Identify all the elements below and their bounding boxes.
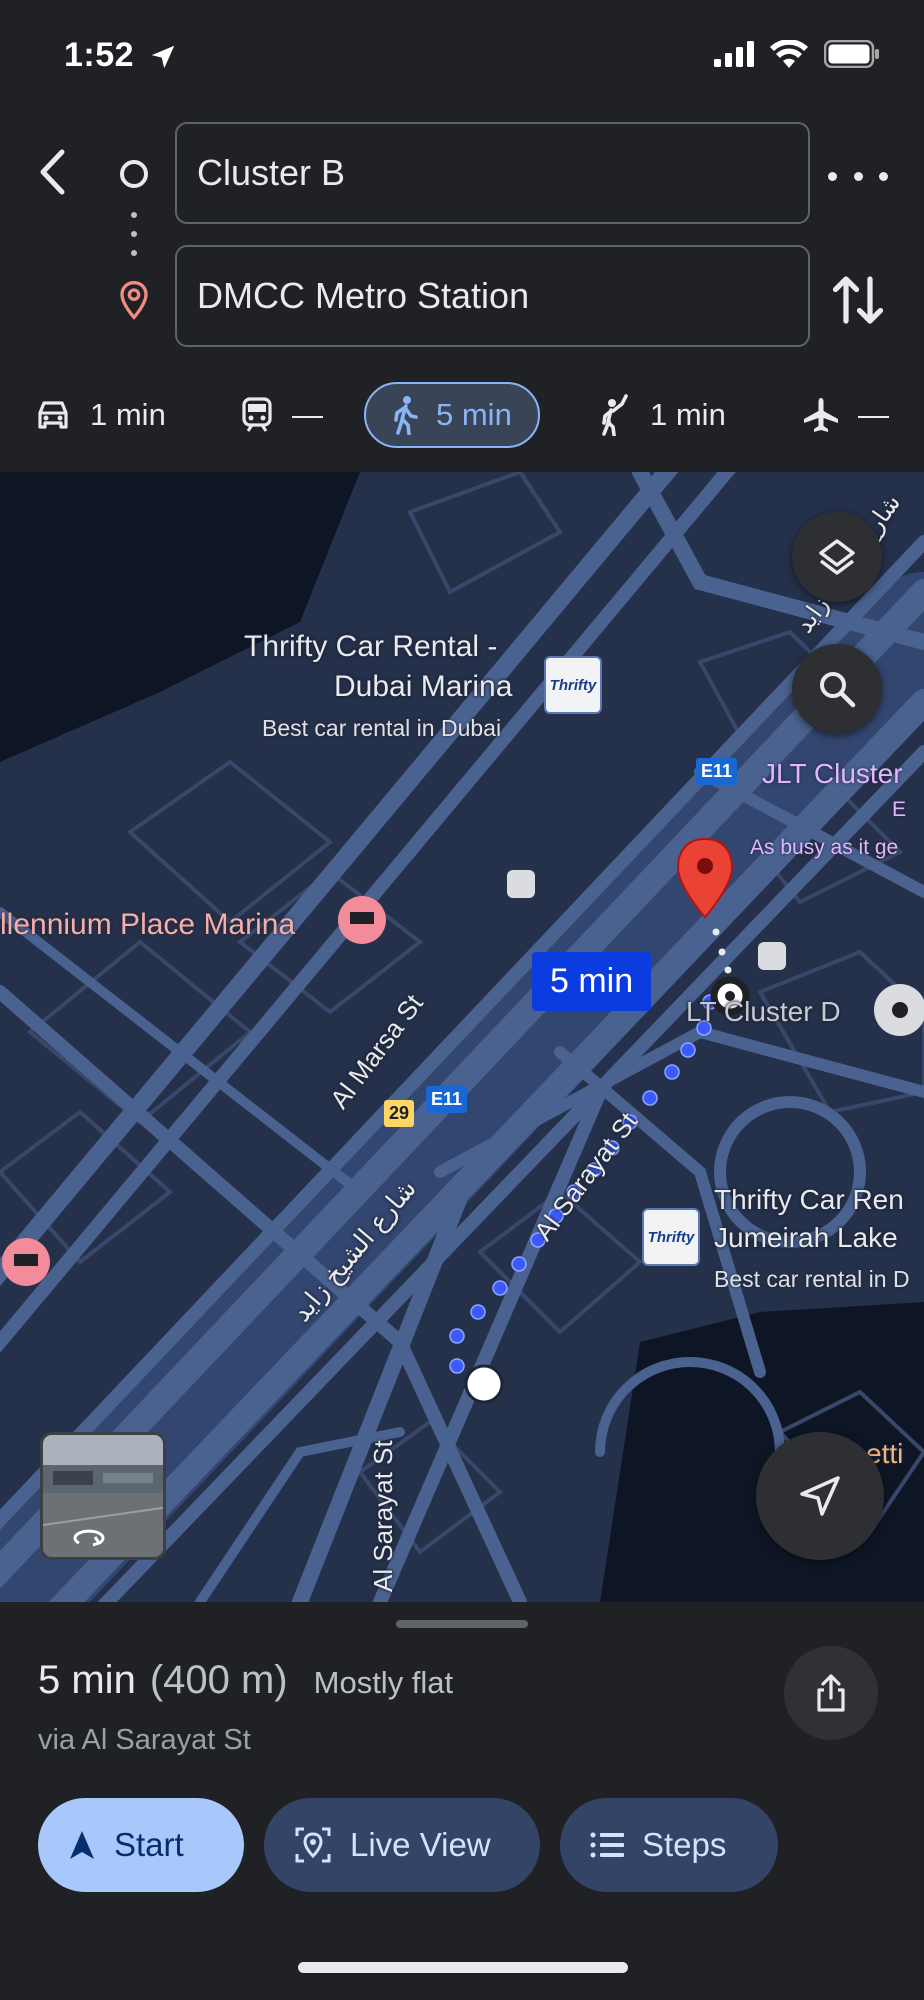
origin-circle-icon <box>120 160 148 188</box>
navigation-arrow-icon <box>800 1476 840 1516</box>
badge-e11-mid: E11 <box>426 1086 468 1113</box>
place-cluster-d[interactable]: LT Cluster D <box>686 996 841 1028</box>
street-view-image <box>43 1435 163 1557</box>
travel-mode-bar: 1 min — 5 min 1 min — <box>0 372 924 462</box>
mode-walk[interactable]: 5 min <box>364 382 540 448</box>
mode-transit[interactable]: — <box>240 382 323 448</box>
swap-direction-icon[interactable] <box>828 270 888 330</box>
mode-drive-label: 1 min <box>90 397 166 432</box>
origin-field[interactable]: Cluster B <box>175 122 810 224</box>
plane-icon <box>804 398 838 432</box>
place-millennium[interactable]: llennium Place Marina <box>0 908 295 942</box>
search-icon <box>820 672 856 708</box>
mode-drive[interactable]: 1 min <box>34 382 166 448</box>
thrifty-jlt-logo-icon[interactable]: Thrifty <box>642 1208 700 1266</box>
more-options-button[interactable] <box>828 156 888 196</box>
street-view-thumbnail[interactable] <box>40 1432 166 1560</box>
back-button[interactable] <box>30 142 74 202</box>
status-bar: 1:52 <box>0 0 924 110</box>
home-indicator[interactable] <box>298 1962 628 1973</box>
route-connector-dots <box>131 212 137 256</box>
battery-icon <box>824 40 879 68</box>
layers-icon <box>819 539 855 575</box>
route-terrain: Mostly flat <box>313 1665 454 1700</box>
list-icon <box>590 1832 624 1858</box>
sheet-drag-handle[interactable] <box>396 1620 528 1628</box>
place-thrifty-jlt-desc: Best car rental in D <box>714 1266 910 1292</box>
street-al-sarayat-2: Al Sarayat St <box>368 1440 398 1592</box>
badge-route-29: 29 <box>384 1100 415 1127</box>
directions-header: Cluster B DMCC Metro Station 1 min — 5 m… <box>0 110 924 470</box>
place-jlt-cluster-e-sub2: As busy as it ge <box>750 836 899 859</box>
place-jlt-cluster-e[interactable]: JLT Cluster <box>762 758 903 790</box>
live-view-button[interactable]: Live View <box>264 1798 540 1892</box>
navigation-start-icon <box>70 1831 94 1859</box>
place-thrifty-jlt-line2[interactable]: Jumeirah Lake <box>714 1222 898 1254</box>
mode-transit-label: — <box>292 397 323 432</box>
map-view[interactable]: Thrifty Car Rental - Dubai Marina Best c… <box>0 472 924 1602</box>
place-jlt-cluster-e-sub1: E <box>892 798 907 821</box>
steps-label: Steps <box>642 1826 727 1863</box>
rideshare-icon <box>602 394 628 436</box>
chevron-left-icon <box>40 149 65 195</box>
route-time-callout[interactable]: 5 min <box>532 952 652 1011</box>
status-time: 1:52 <box>64 36 135 74</box>
steps-button[interactable]: Steps <box>560 1798 778 1892</box>
route-summary: 5 min (400 m) Mostly flat <box>38 1658 453 1703</box>
car-icon <box>38 401 68 429</box>
place-thrifty-marina-desc: Best car rental in Dubai <box>262 715 502 741</box>
mode-walk-label: 5 min <box>436 397 512 432</box>
place-thrifty-jlt-line1[interactable]: Thrifty Car Ren <box>714 1184 904 1216</box>
wifi-icon <box>770 40 808 68</box>
place-thrifty-marina-line2[interactable]: Dubai Marina <box>334 670 512 704</box>
destination-pin-icon <box>120 280 148 320</box>
cellular-signal-icon <box>714 41 754 67</box>
share-icon <box>817 1674 845 1712</box>
mode-flight[interactable]: — <box>802 382 889 448</box>
route-via: via Al Sarayat St <box>38 1724 251 1756</box>
thrifty-logo-icon[interactable]: Thrifty <box>544 656 602 714</box>
mode-flight-label: — <box>858 397 889 432</box>
search-map-button[interactable] <box>792 644 882 734</box>
mode-rideshare[interactable]: 1 min <box>598 382 726 448</box>
share-button[interactable] <box>784 1646 878 1740</box>
start-button[interactable]: Start <box>38 1798 244 1892</box>
mode-rideshare-label: 1 min <box>650 397 726 432</box>
badge-e11-top: E11 <box>696 758 738 785</box>
place-thrifty-marina-line1[interactable]: Thrifty Car Rental - <box>244 630 497 664</box>
route-bottom-sheet: 5 min (400 m) Mostly flat via Al Sarayat… <box>0 1602 924 2000</box>
train-icon <box>242 397 272 432</box>
walk-icon <box>394 396 418 435</box>
layers-button[interactable] <box>792 512 882 602</box>
location-arrow-icon <box>151 45 175 69</box>
route-actions: Start Live View Steps <box>38 1798 778 1892</box>
route-duration: 5 min <box>38 1658 136 1702</box>
live-view-icon <box>295 1827 331 1863</box>
live-view-label: Live View <box>350 1826 491 1863</box>
start-label: Start <box>114 1826 184 1863</box>
destination-field[interactable]: DMCC Metro Station <box>175 245 810 347</box>
status-indicators <box>714 40 880 68</box>
my-location-button[interactable] <box>756 1432 884 1560</box>
route-distance: (400 m) <box>149 1658 288 1702</box>
